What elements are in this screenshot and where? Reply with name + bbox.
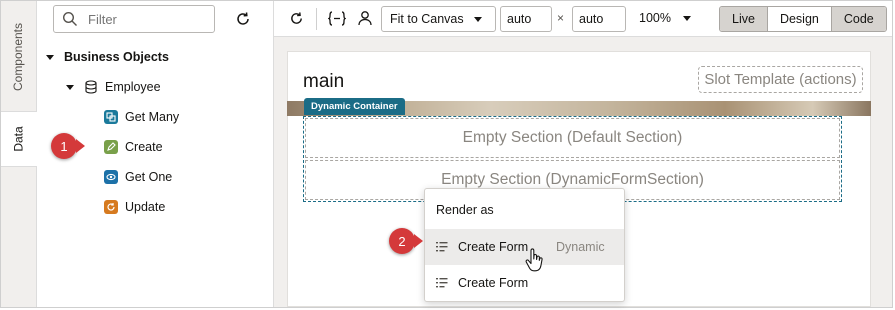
chevron-down-icon	[473, 16, 482, 22]
create-pencil-icon	[104, 140, 118, 154]
filter-input[interactable]	[86, 10, 210, 28]
reload-icon[interactable]	[289, 11, 304, 26]
callout-pointer	[414, 234, 423, 248]
variable-braces-icon[interactable]	[328, 11, 346, 26]
tab-data-label: Data	[11, 126, 26, 152]
chevron-down-icon	[682, 15, 691, 21]
menu-heading: Render as	[436, 203, 494, 217]
render-as-menu: Render as Create Form Dynamic Create For…	[424, 188, 625, 302]
form-icon	[436, 242, 448, 252]
endpoint-label: Get One	[125, 170, 173, 184]
fit-to-canvas-select[interactable]: Fit to Canvas	[381, 6, 496, 32]
form-icon	[436, 278, 448, 288]
dynamic-container-tag[interactable]: Dynamic Container	[304, 98, 405, 115]
expand-caret-icon[interactable]	[46, 54, 54, 60]
tree-item-employee[interactable]: Employee	[66, 77, 161, 97]
database-icon	[85, 80, 97, 94]
callout-pointer	[76, 139, 85, 153]
expand-caret-icon[interactable]	[66, 84, 74, 90]
tree-object-label: Employee	[105, 80, 161, 94]
designer-toolbar: Fit to Canvas auto × auto 100% Live Desi…	[274, 1, 892, 37]
get-one-eye-icon	[104, 170, 118, 184]
fit-select-value: Fit to Canvas	[390, 12, 464, 26]
refresh-icon[interactable]	[235, 11, 251, 27]
tree-item-business-objects[interactable]: Business Objects	[46, 47, 169, 67]
endpoint-label: Get Many	[125, 110, 180, 124]
tree-root-label: Business Objects	[64, 50, 169, 64]
mode-live-button[interactable]: Live	[720, 7, 767, 31]
get-many-icon	[104, 110, 118, 124]
endpoint-get-one[interactable]: Get One	[104, 167, 172, 187]
menu-item-label: Create Form	[458, 240, 529, 254]
canvas-height-input[interactable]: auto	[572, 6, 626, 32]
endpoint-label: Update	[125, 200, 166, 214]
empty-section-default[interactable]: Empty Section (Default Section)	[305, 118, 840, 158]
times-sign: ×	[557, 11, 565, 25]
zoom-select[interactable]: 100%	[639, 11, 691, 25]
endpoint-create[interactable]: Create	[104, 137, 163, 157]
menu-item-sublabel: Dynamic	[556, 240, 605, 254]
toolbar-divider	[316, 8, 317, 30]
page-title: main	[303, 71, 345, 92]
mode-design-button[interactable]: Design	[766, 7, 831, 31]
slot-template-actions[interactable]: Slot Template (actions)	[698, 66, 863, 93]
filter-field[interactable]	[53, 5, 215, 33]
endpoint-update[interactable]: Update	[104, 197, 165, 217]
tab-components-label: Components	[11, 22, 26, 92]
endpoint-get-many[interactable]: Get Many	[104, 107, 179, 127]
view-mode-toggle: Live Design Code	[719, 6, 887, 32]
mode-code-button[interactable]: Code	[830, 7, 886, 31]
canvas-width-input[interactable]: auto	[500, 6, 552, 32]
hand-cursor-icon	[525, 248, 543, 272]
endpoint-label: Create	[125, 140, 163, 154]
tab-data[interactable]: Data	[1, 111, 37, 167]
user-icon[interactable]	[358, 10, 372, 26]
menu-item-label: Create Form	[458, 276, 529, 290]
tab-components[interactable]: Components	[1, 7, 36, 107]
update-icon	[104, 200, 118, 214]
zoom-value: 100%	[639, 11, 671, 25]
search-icon	[62, 11, 77, 26]
callout-badge-2: 2	[389, 228, 415, 254]
callout-badge-1: 1	[51, 133, 77, 159]
side-tab-strip: Components Data	[1, 1, 37, 307]
